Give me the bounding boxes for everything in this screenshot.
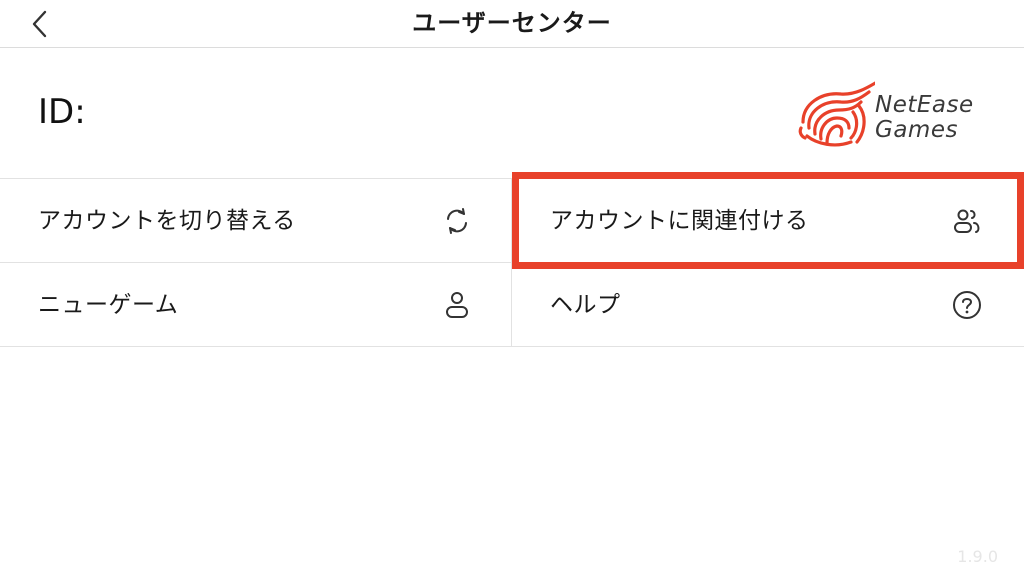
netease-swirl-icon — [798, 81, 875, 147]
version-label: 1.9.0 — [957, 547, 998, 566]
switch-account-label: アカウントを切り替える — [38, 208, 296, 234]
link-account-label: アカウントに関連付ける — [550, 208, 809, 234]
new-game-label: ニューゲーム — [38, 292, 179, 318]
help-label: ヘルプ — [550, 292, 621, 318]
netease-games-logo: NetEase Games — [795, 78, 990, 150]
user-id-label: ID: — [38, 92, 86, 132]
help-circle-icon — [953, 291, 981, 319]
logo-text-games: Games — [875, 117, 958, 143]
logo-text-netease: NetEase — [875, 92, 974, 118]
header-bar: ユーザーセンター — [0, 0, 1024, 48]
link-account-button[interactable]: アカウントに関連付ける — [512, 179, 1024, 263]
profile-section: ID: NetEase Games — [0, 48, 1024, 179]
user-icon — [446, 292, 468, 318]
switch-account-button[interactable]: アカウントを切り替える — [0, 179, 512, 263]
help-button[interactable]: ヘルプ — [512, 263, 1024, 347]
user-center-page: ユーザーセンター ID: NetEase Games アカウントを切り替える ア… — [0, 0, 1024, 576]
refresh-icon — [447, 208, 467, 234]
link-users-icon — [954, 209, 980, 233]
page-title: ユーザーセンター — [412, 9, 612, 37]
new-game-button[interactable]: ニューゲーム — [0, 263, 512, 347]
